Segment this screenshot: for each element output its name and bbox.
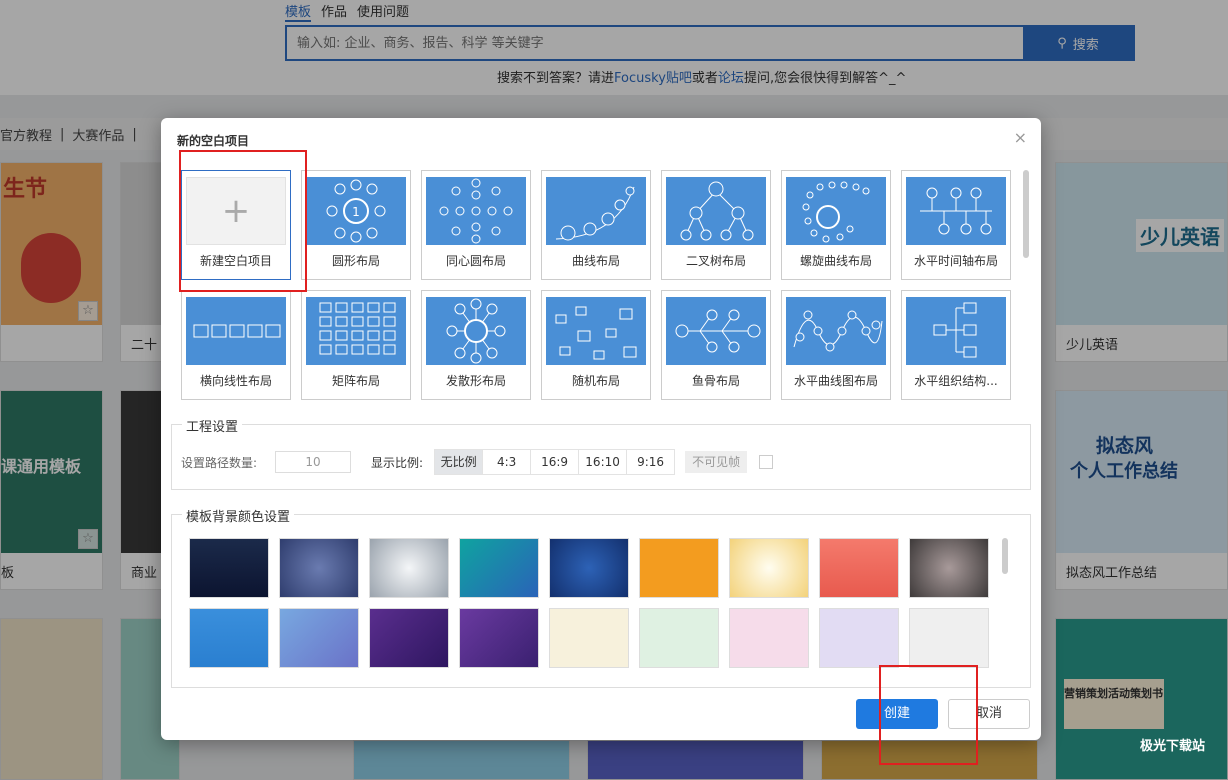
layout-curve[interactable]: 曲线布局 (541, 170, 651, 280)
color-swatch[interactable] (369, 538, 449, 598)
color-swatch[interactable] (909, 608, 989, 668)
color-swatch[interactable] (909, 538, 989, 598)
layout-label: 横向线性布局 (199, 374, 272, 388)
plus-icon: + (186, 177, 286, 245)
invisible-frame-checkbox[interactable] (759, 455, 774, 469)
spiral-layout-icon (786, 177, 886, 245)
bg-color-swatches (189, 538, 999, 672)
layout-horizontal-curve-chart[interactable]: 水平曲线图布局 (781, 290, 891, 400)
layout-horizontal-org-chart[interactable]: 水平组织结构... (901, 290, 1011, 400)
color-swatch[interactable] (189, 608, 269, 668)
close-icon[interactable]: × (1014, 128, 1027, 147)
layout-fishbone[interactable]: 鱼骨布局 (661, 290, 771, 400)
ratio-option-16-10[interactable]: 16:10 (578, 449, 628, 475)
color-swatch[interactable] (639, 538, 719, 598)
path-count-input[interactable]: 10 (275, 451, 352, 473)
layout-label: 水平曲线图布局 (793, 374, 878, 388)
concentric-layout-icon (426, 177, 526, 245)
color-swatch[interactable] (279, 538, 359, 598)
color-swatch[interactable] (369, 608, 449, 668)
layout-horizontal-timeline[interactable]: 水平时间轴布局 (901, 170, 1011, 280)
create-button[interactable]: 创建 (856, 699, 938, 729)
layout-label: 二叉树布局 (685, 254, 746, 268)
wave-layout-icon (786, 297, 886, 365)
random-layout-icon (546, 297, 646, 365)
color-swatch[interactable] (729, 538, 809, 598)
layout-label: 同心圆布局 (445, 254, 506, 268)
layout-matrix[interactable]: 矩阵布局 (301, 290, 411, 400)
dialog-title: 新的空白项目 (177, 134, 250, 148)
color-swatch[interactable] (459, 538, 539, 598)
layout-horizontal-linear[interactable]: 横向线性布局 (181, 290, 291, 400)
color-swatch[interactable] (549, 538, 629, 598)
color-swatch[interactable] (189, 538, 269, 598)
color-swatch[interactable] (729, 608, 809, 668)
ratio-options: 无比例 4:3 16:9 16:10 9:16 (434, 449, 676, 475)
layout-label: 水平时间轴布局 (913, 254, 998, 268)
cancel-button[interactable]: 取消 (948, 699, 1030, 729)
bg-color-settings-legend: 模板背景颜色设置 (182, 506, 295, 525)
ratio-option-4-3[interactable]: 4:3 (482, 449, 532, 475)
ratio-option-9-16[interactable]: 9:16 (626, 449, 676, 475)
project-settings-legend: 工程设置 (182, 416, 243, 435)
layout-label: 矩阵布局 (331, 374, 380, 388)
invisible-frame-label: 不可见帧 (685, 451, 748, 473)
layout-radial[interactable]: 发散形布局 (421, 290, 531, 400)
ratio-option-16-9[interactable]: 16:9 (530, 449, 580, 475)
layout-label: 水平组织结构... (914, 374, 998, 388)
org-chart-layout-icon (906, 297, 1006, 365)
layout-circle[interactable]: 1 圆形布局 (301, 170, 411, 280)
path-count-label: 设置路径数量: (181, 455, 258, 470)
layout-grid: + 新建空白项目 1 圆形布局 同心圆布局 曲线布局 二叉树布局 螺旋曲线布局 … (181, 170, 1011, 402)
display-ratio-label: 显示比例: (371, 455, 424, 470)
binary-tree-layout-icon (666, 177, 766, 245)
project-settings-row: 设置路径数量: 10 显示比例: 无比例 4:3 16:9 16:10 9:16… (181, 449, 774, 475)
color-swatch[interactable] (549, 608, 629, 668)
layout-binary-tree[interactable]: 二叉树布局 (661, 170, 771, 280)
layout-label: 圆形布局 (331, 254, 380, 268)
curve-layout-icon (546, 177, 646, 245)
color-swatch[interactable] (279, 608, 359, 668)
linear-layout-icon (186, 297, 286, 365)
color-swatch[interactable] (639, 608, 719, 668)
layout-concentric[interactable]: 同心圆布局 (421, 170, 531, 280)
layout-label: 鱼骨布局 (691, 374, 740, 388)
layout-label: 随机布局 (571, 374, 620, 388)
watermark: 极光下载站 (1140, 739, 1206, 754)
layout-spiral[interactable]: 螺旋曲线布局 (781, 170, 891, 280)
color-swatch[interactable] (819, 538, 899, 598)
layout-label: 螺旋曲线布局 (799, 254, 872, 268)
layout-label: 发散形布局 (445, 374, 506, 388)
svg-text:1: 1 (352, 205, 360, 219)
timeline-layout-icon (906, 177, 1006, 245)
new-blank-project-dialog: 新的空白项目 × + 新建空白项目 1 圆形布局 同心圆布局 曲线布局 二叉树布… (161, 118, 1041, 740)
ratio-option-none[interactable]: 无比例 (434, 449, 484, 475)
layout-label: 曲线布局 (571, 254, 620, 268)
matrix-layout-icon (306, 297, 406, 365)
fishbone-layout-icon (666, 297, 766, 365)
layout-scrollbar[interactable] (1023, 170, 1029, 258)
color-swatch[interactable] (819, 608, 899, 668)
layout-new-blank[interactable]: + 新建空白项目 (181, 170, 291, 280)
swatch-scrollbar[interactable] (1002, 538, 1008, 574)
layout-random[interactable]: 随机布局 (541, 290, 651, 400)
radial-layout-icon (426, 297, 526, 365)
circle-layout-icon: 1 (306, 177, 406, 245)
color-swatch[interactable] (459, 608, 539, 668)
layout-label: 新建空白项目 (199, 254, 272, 268)
